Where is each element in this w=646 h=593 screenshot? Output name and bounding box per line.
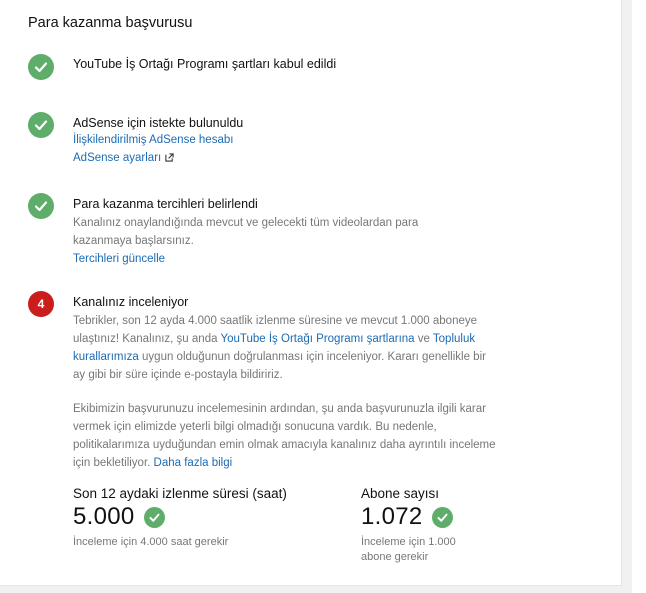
step-title: AdSense için istekte bulunuldu: [73, 116, 244, 130]
step-title: Kanalınız inceleniyor: [73, 295, 189, 309]
external-link-icon: [165, 153, 174, 162]
step-title: YouTube İş Ortağı Programı şartları kabu…: [73, 57, 337, 71]
step-title: Para kazanma tercihleri belirlendi: [73, 197, 258, 211]
hold-text: Ekibimizin başvurunuzu incelemesinin ard…: [73, 403, 496, 469]
check-circle-icon: [431, 506, 453, 528]
ypp-terms-link[interactable]: YouTube İş Ortağı Programı şartlarına: [220, 333, 414, 345]
subscriber-value: 1.072: [361, 503, 423, 530]
hold-paragraph: Ekibimizin başvurunuzu incelemesinin ard…: [73, 400, 501, 472]
step-description: Kanalınız onaylandığında mevcut ve gelec…: [73, 217, 419, 247]
watch-time-value: 5.000: [73, 503, 135, 530]
subscriber-label: Abone sayısı: [361, 486, 440, 501]
check-circle-icon: [28, 54, 54, 80]
subscriber-stat: Abone sayısı 1.072 İnceleme için 1.000 a…: [361, 486, 481, 565]
watch-time-label: Son 12 aydaki izlenme süresi (saat): [73, 486, 287, 501]
check-circle-icon: [28, 112, 54, 138]
page-title: Para kazanma başvurusu: [28, 15, 193, 31]
scrollbar-track[interactable]: [622, 0, 632, 540]
linked-adsense-account-link[interactable]: İlişkilendirilmiş AdSense hesabı: [73, 131, 503, 149]
adsense-settings-label: AdSense ayarları: [73, 152, 162, 164]
review-paragraph: Tebrikler, son 12 ayda 4.000 saatlik izl…: [73, 312, 501, 384]
watch-time-note: İnceleme için 4.000 saat gerekir: [73, 536, 229, 548]
step-number-badge: 4: [28, 291, 54, 317]
review-text-b: ve: [414, 333, 433, 345]
subscriber-note: İnceleme için 1.000 abone gerekir: [361, 536, 456, 563]
learn-more-link[interactable]: Daha fazla bilgi: [154, 457, 233, 469]
check-circle-icon: [28, 193, 54, 219]
page-edge: [632, 0, 646, 593]
monetization-card: Para kazanma başvurusu YouTube İş Ortağı…: [0, 0, 622, 586]
watch-time-stat: Son 12 aydaki izlenme süresi (saat) 5.00…: [73, 486, 287, 550]
adsense-settings-link[interactable]: AdSense ayarları: [73, 149, 503, 167]
check-circle-icon: [143, 506, 165, 528]
update-preferences-link[interactable]: Tercihleri güncelle: [73, 250, 453, 268]
